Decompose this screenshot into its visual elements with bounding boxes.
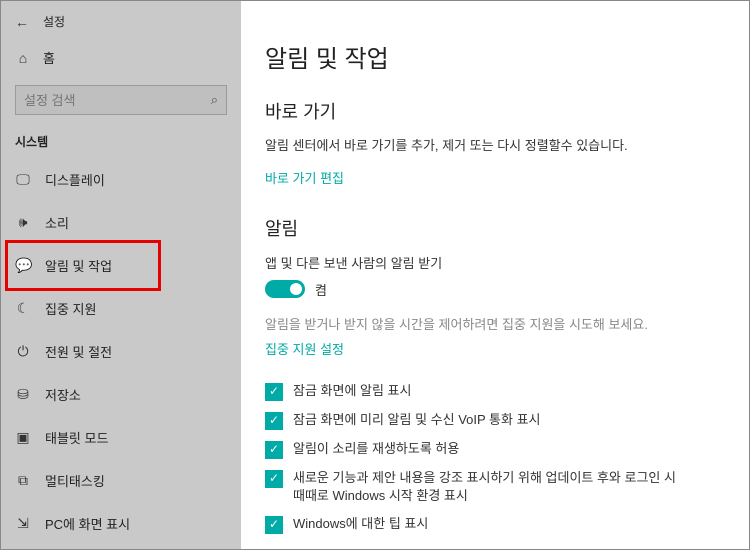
edit-quick-actions-link[interactable]: 바로 가기 편집 — [265, 168, 344, 187]
sidebar-item-label: 소리 — [45, 213, 69, 232]
sidebar-item-focus-assist[interactable]: ☾ 집중 지원 — [1, 287, 241, 330]
quick-actions-desc: 알림 센터에서 바로 가기를 추가, 제거 또는 다시 정렬할수 있습니다. — [265, 136, 725, 156]
checkbox-icon[interactable]: ✓ — [265, 470, 283, 488]
home-icon: ⌂ — [15, 50, 31, 66]
toggle-knob — [290, 283, 302, 295]
moon-icon: ☾ — [15, 300, 31, 317]
checkbox-icon[interactable]: ✓ — [265, 412, 283, 430]
check-label: Windows에 대한 팁 표시 — [293, 515, 428, 533]
sidebar-item-sound[interactable]: 🕪 소리 — [1, 201, 241, 244]
check-lock-screen-voip[interactable]: ✓ 잠금 화면에 미리 알림 및 수신 VoIP 통화 표시 — [265, 411, 685, 430]
check-label: 잠금 화면에 알림 표시 — [293, 382, 411, 400]
sidebar-section-label: 시스템 — [1, 129, 241, 158]
sidebar-item-power[interactable]: ⏻ 전원 및 절전 — [1, 330, 241, 373]
focus-assist-link[interactable]: 집중 지원 설정 — [265, 339, 344, 358]
sidebar-item-label: 전원 및 절전 — [45, 342, 112, 361]
check-label: 알림이 소리를 재생하도록 허용 — [293, 440, 459, 458]
content-area: 알림 및 작업 바로 가기 알림 센터에서 바로 가기를 추가, 제거 또는 다… — [241, 1, 749, 549]
sidebar-item-label: 태블릿 모드 — [45, 428, 108, 447]
check-label: 잠금 화면에 미리 알림 및 수신 VoIP 통화 표시 — [293, 411, 541, 429]
notifications-title: 알림 — [265, 215, 725, 241]
nav-list: 🖵 디스플레이 🕪 소리 💬 알림 및 작업 ☾ 집중 지원 ⏻ 전원 및 절전… — [1, 158, 241, 545]
storage-icon: ⛁ — [15, 386, 31, 403]
toggle-track[interactable] — [265, 280, 305, 298]
check-welcome-experience[interactable]: ✓ 새로운 기능과 제안 내용을 강조 표시하기 위해 업데이트 후와 로그인 … — [265, 469, 685, 505]
search-icon: ⌕ — [211, 92, 218, 108]
sidebar-item-label: 집중 지원 — [45, 299, 96, 318]
power-icon: ⏻ — [15, 343, 31, 360]
display-icon: 🖵 — [15, 171, 31, 188]
notifications-icon: 💬 — [15, 257, 31, 274]
toggle-state-label: 켬 — [315, 280, 327, 299]
quick-actions-title: 바로 가기 — [265, 98, 725, 124]
sidebar-item-display[interactable]: 🖵 디스플레이 — [1, 158, 241, 201]
search-input[interactable] — [24, 93, 211, 108]
sidebar-item-storage[interactable]: ⛁ 저장소 — [1, 373, 241, 416]
check-notification-sound[interactable]: ✓ 알림이 소리를 재생하도록 허용 — [265, 440, 685, 459]
sidebar-item-label: 저장소 — [45, 385, 81, 404]
notifications-toggle[interactable]: 켬 — [265, 280, 327, 299]
sidebar-item-projecting[interactable]: ⇲ PC에 화면 표시 — [1, 502, 241, 545]
sound-icon: 🕪 — [15, 214, 31, 231]
check-label: 새로운 기능과 제안 내용을 강조 표시하기 위해 업데이트 후와 로그인 시 … — [293, 469, 685, 505]
home-label: 홈 — [43, 48, 55, 67]
sidebar-item-tablet[interactable]: ▣ 태블릿 모드 — [1, 416, 241, 459]
checkbox-icon[interactable]: ✓ — [265, 383, 283, 401]
sidebar-item-label: 디스플레이 — [45, 170, 105, 189]
notification-checks: ✓ 잠금 화면에 알림 표시 ✓ 잠금 화면에 미리 알림 및 수신 VoIP … — [265, 382, 725, 534]
search-box[interactable]: ⌕ — [15, 85, 227, 115]
sidebar: ← 설정 ⌂ 홈 ⌕ 시스템 🖵 디스플레이 🕪 소리 💬 알림 및 작업 — [1, 1, 241, 549]
page-title: 알림 및 작업 — [265, 39, 725, 74]
sidebar-item-notifications[interactable]: 💬 알림 및 작업 — [1, 244, 241, 287]
check-lock-screen-notifications[interactable]: ✓ 잠금 화면에 알림 표시 — [265, 382, 685, 401]
home-button[interactable]: ⌂ 홈 — [1, 36, 241, 79]
notifications-toggle-row: 앱 및 다른 보낸 사람의 알림 받기 켬 — [265, 253, 725, 304]
focus-assist-note: 알림을 받거나 받지 않을 시간을 제어하려면 집중 지원을 시도해 보세요. — [265, 315, 685, 335]
notifications-toggle-label: 앱 및 다른 보낸 사람의 알림 받기 — [265, 253, 725, 272]
back-button[interactable]: ← — [15, 14, 29, 30]
checkbox-icon[interactable]: ✓ — [265, 441, 283, 459]
tablet-icon: ▣ — [15, 429, 31, 446]
multitasking-icon: ⧉ — [15, 472, 31, 489]
settings-title: 설정 — [43, 13, 65, 30]
checkbox-icon[interactable]: ✓ — [265, 516, 283, 534]
sidebar-item-label: 멀티태스킹 — [45, 471, 105, 490]
sidebar-item-label: PC에 화면 표시 — [45, 514, 130, 533]
sidebar-item-label: 알림 및 작업 — [45, 256, 112, 275]
sidebar-item-multitasking[interactable]: ⧉ 멀티태스킹 — [1, 459, 241, 502]
projecting-icon: ⇲ — [15, 515, 31, 532]
check-windows-tips[interactable]: ✓ Windows에 대한 팁 표시 — [265, 515, 685, 534]
